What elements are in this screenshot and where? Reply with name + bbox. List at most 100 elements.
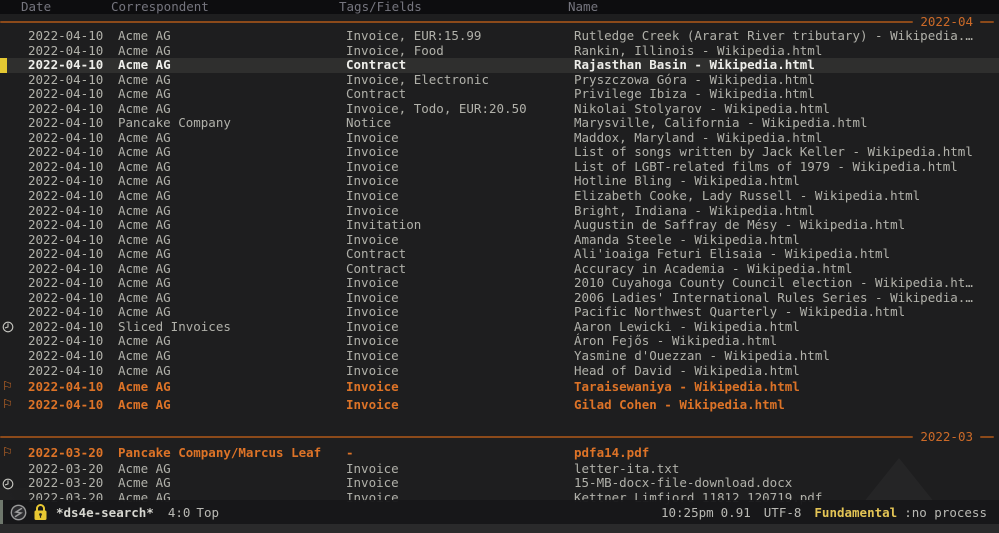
row-tags: Invoice bbox=[346, 160, 399, 175]
row-date: 2022-04-10 bbox=[28, 29, 103, 44]
row-tags: Invoice bbox=[346, 334, 399, 349]
table-row[interactable]: 2022-04-10Sliced InvoicesInvoiceAaron Le… bbox=[0, 320, 999, 335]
row-correspondent: Acme AG bbox=[118, 396, 171, 414]
separator-line bbox=[980, 436, 994, 438]
row-tags: Invoice bbox=[346, 462, 399, 477]
row-correspondent: Acme AG bbox=[118, 131, 171, 146]
process-status: :no process bbox=[904, 505, 987, 520]
table-row[interactable]: ⚐2022-04-10Acme AGInvoiceGilad Cohen - W… bbox=[0, 396, 999, 414]
clock-time: 10:25pm bbox=[661, 505, 714, 520]
row-date: 2022-04-10 bbox=[28, 160, 103, 175]
modeline-left: *ds4e-search* 4:0 Top bbox=[0, 503, 661, 521]
table-row[interactable]: 2022-04-10Acme AGInvoiceElizabeth Cooke,… bbox=[0, 189, 999, 204]
row-name: List of songs written by Jack Keller - W… bbox=[574, 145, 973, 160]
row-name: Marysville, California - Wikipedia.html bbox=[574, 116, 868, 131]
buffer-name[interactable]: *ds4e-search* bbox=[56, 505, 154, 520]
row-date: 2022-03-20 bbox=[28, 462, 103, 477]
row-correspondent: Acme AG bbox=[118, 262, 171, 277]
table-row[interactable]: 2022-04-10Acme AGInvoicePacific Northwes… bbox=[0, 305, 999, 320]
row-tags: Invoice bbox=[346, 131, 399, 146]
row-name: 2006 Ladies' International Rules Series … bbox=[574, 291, 973, 306]
row-tags: Invoice bbox=[346, 233, 399, 248]
table-row[interactable]: 2022-04-10Acme AGContractPrivilege Ibiza… bbox=[0, 87, 999, 102]
table-row[interactable]: 2022-04-10Acme AGInvoice2006 Ladies' Int… bbox=[0, 291, 999, 306]
scroll-position: Top bbox=[196, 505, 219, 520]
row-tags: Invoice bbox=[346, 305, 399, 320]
table-row[interactable]: 2022-04-10Acme AGInvoice, FoodRankin, Il… bbox=[0, 44, 999, 59]
table-row[interactable]: 2022-03-20Acme AGInvoice15-MB-docx-file-… bbox=[0, 476, 999, 491]
cursor-position: 4:0 bbox=[168, 505, 191, 520]
table-row[interactable]: ⚐2022-04-10Acme AGInvoiceTaraisewaniya -… bbox=[0, 378, 999, 396]
row-correspondent: Acme AG bbox=[118, 204, 171, 219]
row-correspondent: Acme AG bbox=[118, 29, 171, 44]
table-row[interactable]: 2022-04-10Acme AGInvoice, Todo, EUR:20.5… bbox=[0, 102, 999, 117]
date-separator: 2022-03 bbox=[0, 429, 999, 444]
row-date: 2022-04-10 bbox=[28, 247, 103, 262]
separator-line bbox=[0, 436, 913, 438]
row-name: Hotline Bling - Wikipedia.html bbox=[574, 174, 800, 189]
separator-line bbox=[0, 21, 913, 23]
row-tags: Invoice bbox=[346, 145, 399, 160]
row-correspondent: Pancake Company/Marcus Leaf bbox=[118, 444, 321, 462]
table-row[interactable]: ⚐2022-03-20Pancake Company/Marcus Leaf-p… bbox=[0, 444, 999, 462]
major-mode[interactable]: Fundamental bbox=[814, 505, 897, 520]
row-name: Aaron Lewicki - Wikipedia.html bbox=[574, 320, 800, 335]
row-name: Áron Fejős - Wikipedia.html bbox=[574, 334, 777, 349]
table-row[interactable]: 2022-04-10Acme AGInvoiceAmanda Steele - … bbox=[0, 233, 999, 248]
row-name: Rutledge Creek (Ararat River tributary) … bbox=[574, 29, 973, 44]
row-tags: - bbox=[346, 444, 354, 462]
row-correspondent: Acme AG bbox=[118, 58, 171, 73]
row-name: 15-MB-docx-file-download.docx bbox=[574, 476, 792, 491]
emacs-frame: Date Correspondent Tags/Fields Name 2022… bbox=[0, 0, 999, 533]
echo-area[interactable] bbox=[0, 524, 999, 533]
row-name: Privilege Ibiza - Wikipedia.html bbox=[574, 87, 815, 102]
flag-icon: ⚐ bbox=[2, 378, 13, 396]
table-row[interactable]: 2022-04-10Acme AGInvoiceList of LGBT-rel… bbox=[0, 160, 999, 175]
table-row[interactable]: 2022-04-10Pancake CompanyNoticeMarysvill… bbox=[0, 116, 999, 131]
row-name: Nikolai Stolyarov - Wikipedia.html bbox=[574, 102, 830, 117]
row-tags: Invoice bbox=[346, 276, 399, 291]
row-name: Augustin de Saffray de Mésy - Wikipedia.… bbox=[574, 218, 905, 233]
row-tags: Invoice, Electronic bbox=[346, 73, 489, 88]
modeline-edge-strip bbox=[0, 500, 3, 524]
row-correspondent: Acme AG bbox=[118, 349, 171, 364]
table-row[interactable]: 2022-04-10Acme AGInvoice, ElectronicPrys… bbox=[0, 73, 999, 88]
row-date: 2022-04-10 bbox=[28, 349, 103, 364]
modeline-right: 10:25pm 0.91 UTF-8 Fundamental :no proce… bbox=[661, 505, 999, 520]
row-name: Maddox, Maryland - Wikipedia.html bbox=[574, 131, 822, 146]
table-row[interactable]: 2022-04-10Acme AGInvoiceList of songs wr… bbox=[0, 145, 999, 160]
row-date: 2022-04-10 bbox=[28, 189, 103, 204]
row-name: Accuracy in Academia - Wikipedia.html bbox=[574, 262, 852, 277]
table-row[interactable]: 2022-04-10Acme AGContractRajasthan Basin… bbox=[0, 58, 999, 73]
table-row[interactable]: 2022-04-10Acme AGInvoiceHotline Bling - … bbox=[0, 174, 999, 189]
table-row[interactable]: 2022-04-10Acme AGInvitationAugustin de S… bbox=[0, 218, 999, 233]
table-row[interactable]: 2022-03-20Acme AGInvoiceletter-ita.txt bbox=[0, 462, 999, 477]
table-row[interactable]: 2022-04-10Acme AGInvoiceÁron Fejős - Wik… bbox=[0, 334, 999, 349]
row-tags: Invoice bbox=[346, 320, 399, 335]
row-correspondent: Acme AG bbox=[118, 145, 171, 160]
table-row[interactable]: 2022-04-10Acme AGInvoiceMaddox, Maryland… bbox=[0, 131, 999, 146]
table-row[interactable]: 2022-04-10Acme AGContractAli'ioaiga Fetu… bbox=[0, 247, 999, 262]
row-date: 2022-04-10 bbox=[28, 73, 103, 88]
separator-label: 2022-04 bbox=[913, 14, 980, 29]
row-date: 2022-03-20 bbox=[28, 444, 103, 462]
row-correspondent: Acme AG bbox=[118, 160, 171, 175]
table-row[interactable]: 2022-04-10Acme AGInvoiceYasmine d'Ouezza… bbox=[0, 349, 999, 364]
row-correspondent: Acme AG bbox=[118, 364, 171, 379]
row-date: 2022-04-10 bbox=[28, 102, 103, 117]
clock-icon bbox=[2, 476, 14, 492]
table-row[interactable]: 2022-04-10Acme AGInvoiceBright, Indiana … bbox=[0, 204, 999, 219]
row-tags: Contract bbox=[346, 247, 406, 262]
row-tags: Contract bbox=[346, 87, 406, 102]
table-row[interactable]: 2022-04-10Acme AGContractAccuracy in Aca… bbox=[0, 262, 999, 277]
table-row[interactable]: 2022-04-10Acme AGInvoiceHead of David - … bbox=[0, 364, 999, 379]
row-date: 2022-04-10 bbox=[28, 396, 103, 414]
row-correspondent: Acme AG bbox=[118, 73, 171, 88]
row-date: 2022-04-10 bbox=[28, 44, 103, 59]
row-correspondent: Acme AG bbox=[118, 378, 171, 396]
table-row[interactable]: 2022-04-10Acme AGInvoice, EUR:15.99Rutle… bbox=[0, 29, 999, 44]
table-row[interactable]: 2022-04-10Acme AGInvoice2010 Cuyahoga Co… bbox=[0, 276, 999, 291]
row-tags: Invoice bbox=[346, 378, 399, 396]
clock-icon bbox=[2, 320, 14, 336]
column-header-tags: Tags/Fields bbox=[339, 0, 422, 14]
